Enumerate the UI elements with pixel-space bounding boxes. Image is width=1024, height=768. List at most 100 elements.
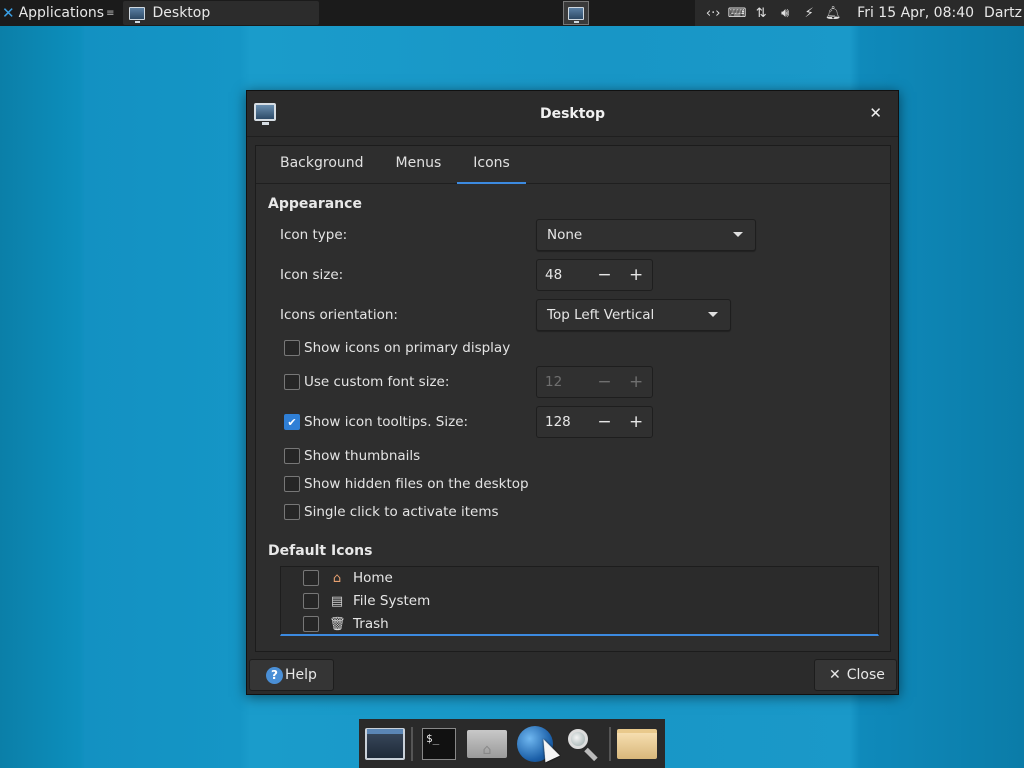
tab-icons[interactable]: Icons — [457, 145, 526, 184]
dialog-title: Desktop — [539, 105, 606, 122]
top-panel: ✕ Applications ≡ Desktop ‹·› ⌨ ⇅ 🔊︎ ⚡ 🔔︎… — [0, 0, 1024, 26]
single-click-label: Single click to activate items — [304, 504, 499, 520]
power-icon[interactable]: ⚡ — [797, 6, 821, 21]
icon-size-value[interactable]: 48 — [537, 267, 589, 283]
list-item-label: Trash — [353, 616, 389, 632]
help-icon: ? — [266, 666, 283, 684]
icons-orientation-value: Top Left Vertical — [547, 307, 655, 323]
default-icons-list[interactable]: ⌂ Home ▤ File System 🗑︎ Trash — [280, 566, 879, 636]
plus-icon[interactable]: + — [620, 412, 652, 432]
show-desktop-icon — [365, 727, 405, 760]
dock-terminal[interactable]: $_ — [417, 724, 461, 764]
network-arrows-icon[interactable]: ‹·› — [701, 6, 725, 21]
desktop-monitor-icon — [254, 103, 276, 125]
volume-icon[interactable]: 🔊︎ — [773, 6, 797, 21]
show-primary-display-row[interactable]: Show icons on primary display — [284, 340, 510, 356]
chevron-down-icon — [733, 232, 743, 237]
show-primary-display-label: Show icons on primary display — [304, 340, 511, 356]
icon-type-value: None — [547, 227, 583, 243]
icon-tooltips-checkbox[interactable]: ✔ — [284, 414, 300, 430]
applications-label: Applications — [18, 5, 105, 21]
menu-lines-icon: ≡ — [106, 7, 115, 19]
applications-menu-button[interactable]: ✕ Applications ≡ — [0, 0, 117, 26]
list-item[interactable]: 🗑︎ Trash — [303, 616, 389, 632]
icon-type-label: Icon type: — [280, 227, 348, 243]
taskbar-item-desktop[interactable]: Desktop — [122, 1, 319, 25]
default-icons-heading: Default Icons — [268, 543, 373, 559]
monitor-icon — [128, 6, 145, 23]
custom-font-size-row[interactable]: Use custom font size: — [284, 374, 449, 390]
minus-icon: − — [597, 372, 612, 392]
tab-background[interactable]: Background — [264, 145, 380, 183]
keyboard-icon[interactable]: ⌨ — [725, 6, 749, 21]
show-hidden-files-checkbox[interactable] — [284, 476, 300, 492]
tooltip-size-value[interactable]: 128 — [537, 414, 589, 430]
close-icon: ✕ — [829, 667, 841, 683]
file-system-checkbox[interactable] — [303, 593, 319, 609]
clock[interactable]: Fri 15 Apr, 08:40 — [857, 5, 974, 21]
drive-icon: ▤ — [330, 593, 344, 609]
list-item-label: Home — [353, 570, 393, 586]
terminal-icon: $_ — [422, 727, 456, 760]
custom-font-size-spinner: 12 − + — [536, 366, 653, 398]
show-hidden-files-label: Show hidden files on the desktop — [304, 476, 529, 492]
plus-icon: + — [629, 372, 644, 392]
trash-checkbox[interactable] — [303, 616, 319, 632]
show-thumbnails-row[interactable]: Show thumbnails — [284, 448, 420, 464]
icons-orientation-label: Icons orientation: — [280, 307, 398, 323]
list-item[interactable]: ▤ File System — [303, 593, 430, 609]
minus-icon[interactable]: − — [589, 265, 621, 285]
single-click-checkbox[interactable] — [284, 504, 300, 520]
dialog-titlebar[interactable]: Desktop ✕ — [247, 91, 898, 137]
dock-panel: $_ ⌂ — [359, 719, 665, 768]
chevron-down-icon — [708, 312, 718, 317]
help-label: Help — [285, 667, 317, 683]
minus-icon[interactable]: − — [589, 412, 621, 432]
desktop-settings-dialog: Desktop ✕ Background Menus Icons Appeara… — [246, 90, 899, 695]
system-tray: ‹·› ⌨ ⇅ 🔊︎ ⚡ 🔔︎ Fri 15 Apr, 08:40 Dartz — [695, 0, 1024, 26]
dock-folder[interactable] — [615, 724, 659, 764]
bell-icon[interactable]: 🔔︎ — [821, 6, 845, 21]
single-click-row[interactable]: Single click to activate items — [284, 504, 499, 520]
home-icon: ⌂ — [332, 570, 342, 586]
icons-orientation-combo[interactable]: Top Left Vertical — [536, 299, 731, 331]
show-hidden-files-row[interactable]: Show hidden files on the desktop — [284, 476, 529, 492]
close-icon[interactable]: ✕ — [869, 104, 882, 122]
xfce-logo-icon: ✕ — [2, 4, 15, 22]
user-menu[interactable]: Dartz — [984, 5, 1022, 21]
custom-font-size-label: Use custom font size: — [304, 374, 450, 390]
list-item-label: File System — [353, 593, 431, 609]
tab-menus[interactable]: Menus — [380, 145, 458, 183]
taskbar-item-label: Desktop — [152, 5, 211, 21]
show-thumbnails-checkbox[interactable] — [284, 448, 300, 464]
show-primary-display-checkbox[interactable] — [284, 340, 300, 356]
home-checkbox[interactable] — [303, 570, 319, 586]
help-button[interactable]: ? Help — [249, 659, 334, 691]
icon-tooltips-row[interactable]: ✔ Show icon tooltips. Size: — [284, 414, 468, 430]
trash-icon: 🗑︎ — [329, 616, 346, 632]
icon-type-combo[interactable]: None — [536, 219, 756, 251]
folder-icon — [617, 728, 657, 759]
dock-show-desktop[interactable] — [363, 724, 407, 764]
custom-font-size-value: 12 — [545, 374, 563, 390]
dock-separator — [411, 726, 413, 761]
custom-font-size-checkbox[interactable] — [284, 374, 300, 390]
icon-tooltips-label: Show icon tooltips. Size: — [304, 414, 469, 430]
appearance-heading: Appearance — [268, 196, 362, 212]
workspace-switcher[interactable] — [563, 1, 589, 25]
magnifier-icon — [566, 727, 600, 761]
plus-icon[interactable]: + — [620, 265, 652, 285]
close-button[interactable]: ✕ Close — [814, 659, 897, 691]
list-item[interactable]: ⌂ Home — [303, 570, 393, 586]
transfer-icon[interactable]: ⇅ — [749, 6, 773, 21]
show-thumbnails-label: Show thumbnails — [304, 448, 421, 464]
tooltip-size-spinner[interactable]: 128 − + — [536, 406, 653, 438]
icon-size-label: Icon size: — [280, 267, 344, 283]
close-label: Close — [846, 667, 885, 683]
notebook: Background Menus Icons Appearance Icon t… — [255, 145, 891, 652]
icon-size-spinner[interactable]: 48 − + — [536, 259, 653, 291]
dock-separator — [609, 726, 611, 761]
dock-app-finder[interactable] — [561, 724, 605, 764]
tab-bar: Background Menus Icons — [256, 146, 890, 184]
dock-file-manager[interactable]: ⌂ — [465, 724, 509, 764]
